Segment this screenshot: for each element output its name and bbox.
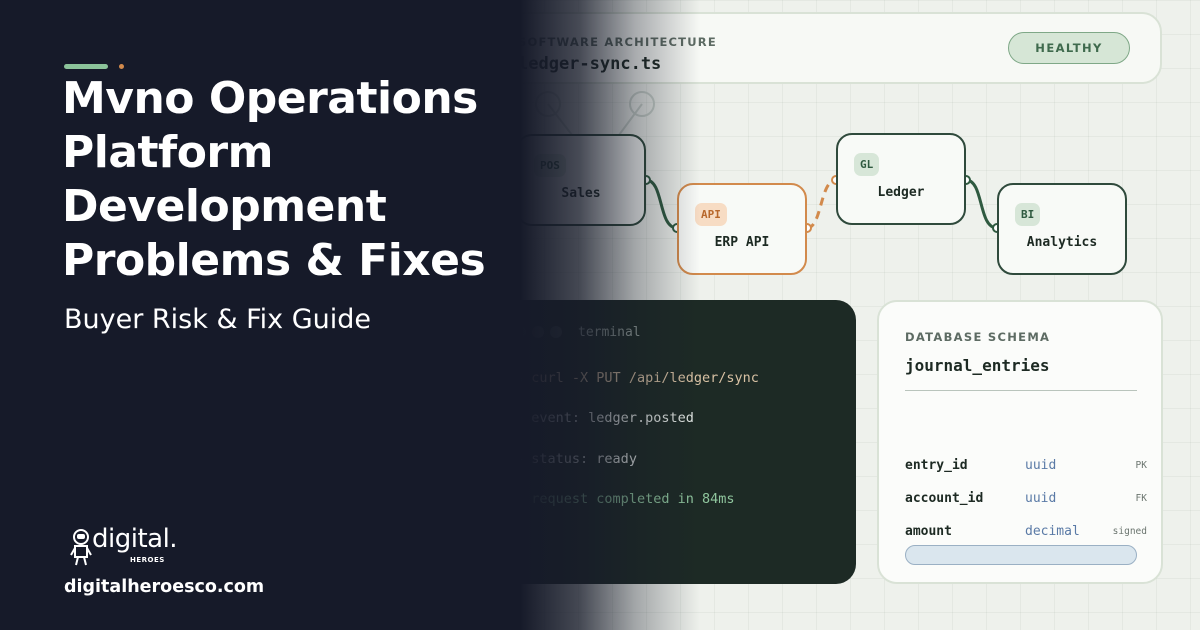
node-tag: GL [854,153,880,176]
astronaut-icon [70,529,92,566]
node-sales: POS Sales [516,134,646,226]
terminal-title: terminal [578,325,641,340]
logo-wordmark: digital. [92,524,178,554]
architecture-filename: ledger-sync.ts [518,54,662,74]
terminal-arrow: → [515,410,524,426]
column-name: account_id [905,491,984,506]
node-tag: BI [1015,203,1041,226]
title-line: Platform [62,127,273,178]
page-title: Mvno Operations Platform Development Pro… [62,72,512,288]
column-name: amount [905,524,952,539]
website-link[interactable]: digitalheroesco.com [64,577,264,597]
column-key: PK [1135,460,1147,471]
accent-line [64,64,108,69]
node-tag: API [695,203,727,226]
terminal-window: terminal $ curl -X PUT /api/ledger/sync … [488,300,856,584]
window-dot-icon [550,326,562,338]
column-type: decimal [1025,524,1080,539]
node-label: Sales [561,186,601,201]
terminal-command: curl -X PUT /api/ledger/sync [531,370,759,386]
node-label: Ledger [877,185,925,200]
terminal-check: ✓ [515,491,524,507]
architecture-card: SOFTWARE ARCHITECTURE ledger-sync.ts HEA… [500,12,1162,84]
column-name: entry_id [905,458,968,473]
title-line: Mvno Operations [62,73,478,124]
page-subtitle: Buyer Risk & Fix Guide [64,304,372,335]
node-analytics: BI Analytics [997,183,1127,275]
terminal-output: request completed in 84ms [531,491,735,507]
terminal-prompt: $ [515,370,524,386]
title-line: Development [62,181,387,232]
brand-logo[interactable]: digital. HEROES [70,524,210,570]
terminal-line: → event: ledger.posted [515,410,694,426]
column-type: uuid [1025,458,1057,473]
node-label: Analytics [1026,235,1098,250]
schema-table-name: journal_entries [905,356,1050,375]
schema-row: entry_id uuid PK [905,458,1149,478]
window-dot-icon [514,326,526,338]
logo-subtext: HEROES [130,556,165,564]
column-key: FK [1135,493,1147,504]
accent-dot [119,64,124,69]
schema-row: account_id uuid FK [905,491,1149,511]
window-dot-icon [532,326,544,338]
schema-card: DATABASE SCHEMA journal_entries entry_id… [877,300,1163,584]
status-badge: HEALTHY [1008,32,1130,64]
column-key: signed [1112,526,1147,537]
terminal-line: ✓ request completed in 84ms [515,491,734,507]
node-ledger: GL Ledger [836,133,966,225]
terminal-output: status: ready [531,451,637,467]
divider [905,390,1137,391]
terminal-output: event: ledger.posted [531,410,694,426]
schema-highlight-bar [905,545,1137,565]
terminal-line: $ curl -X PUT /api/ledger/sync [515,370,759,386]
node-tag: POS [534,154,566,177]
schema-row: amount decimal signed [905,524,1149,544]
column-type: uuid [1025,491,1057,506]
schema-kicker: DATABASE SCHEMA [905,330,1051,344]
node-erp-api: API ERP API [677,183,807,275]
terminal-arrow: → [515,451,524,467]
title-line: Problems & Fixes [62,235,486,286]
architecture-kicker: SOFTWARE ARCHITECTURE [518,35,717,49]
node-label: ERP API [714,235,770,250]
terminal-line: → status: ready [515,451,637,467]
